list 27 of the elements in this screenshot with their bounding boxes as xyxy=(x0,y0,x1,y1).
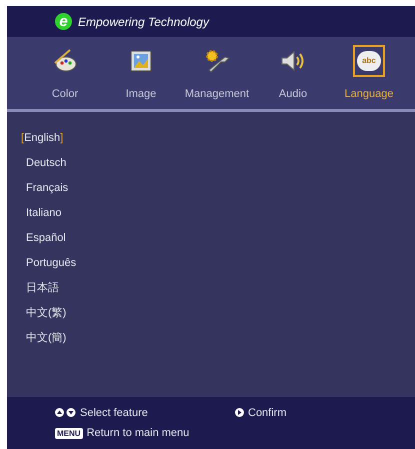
language-option[interactable]: Português xyxy=(21,251,76,276)
logo-icon: e xyxy=(55,13,72,30)
menu-tab[interactable]: Color xyxy=(27,45,103,102)
menu-tab[interactable]: Management xyxy=(179,45,255,102)
language-option[interactable]: 日本語 xyxy=(21,276,59,301)
menu-key: MENU xyxy=(55,428,83,439)
hint-text: Return to main menu xyxy=(86,426,190,441)
menu-tab[interactable]: Audio xyxy=(255,45,331,102)
language-option[interactable]: Français xyxy=(21,176,68,201)
menu-tab[interactable]: Image xyxy=(103,45,179,102)
image-icon xyxy=(130,50,152,72)
up-down-arrows-icon xyxy=(55,408,76,418)
speech-bubble-icon: abc xyxy=(357,51,381,71)
speaker-icon xyxy=(280,50,306,72)
language-option[interactable]: Español xyxy=(21,226,66,251)
language-option[interactable]: [English] xyxy=(21,126,64,151)
right-arrow-icon xyxy=(235,408,244,418)
hint-text: Select feature xyxy=(80,406,148,420)
tools-icon xyxy=(203,48,231,74)
language-option[interactable]: Deutsch xyxy=(21,151,66,176)
menu-tab[interactable]: abc Language xyxy=(331,45,407,102)
language-option[interactable]: 中文(繁) xyxy=(21,301,66,326)
language-option[interactable]: 中文(簡) xyxy=(21,326,66,351)
brand-slogan: Empowering Technology xyxy=(78,14,209,30)
language-option[interactable]: Italiano xyxy=(21,201,62,226)
palette-icon xyxy=(52,49,78,73)
hint-text: Confirm xyxy=(248,406,287,420)
